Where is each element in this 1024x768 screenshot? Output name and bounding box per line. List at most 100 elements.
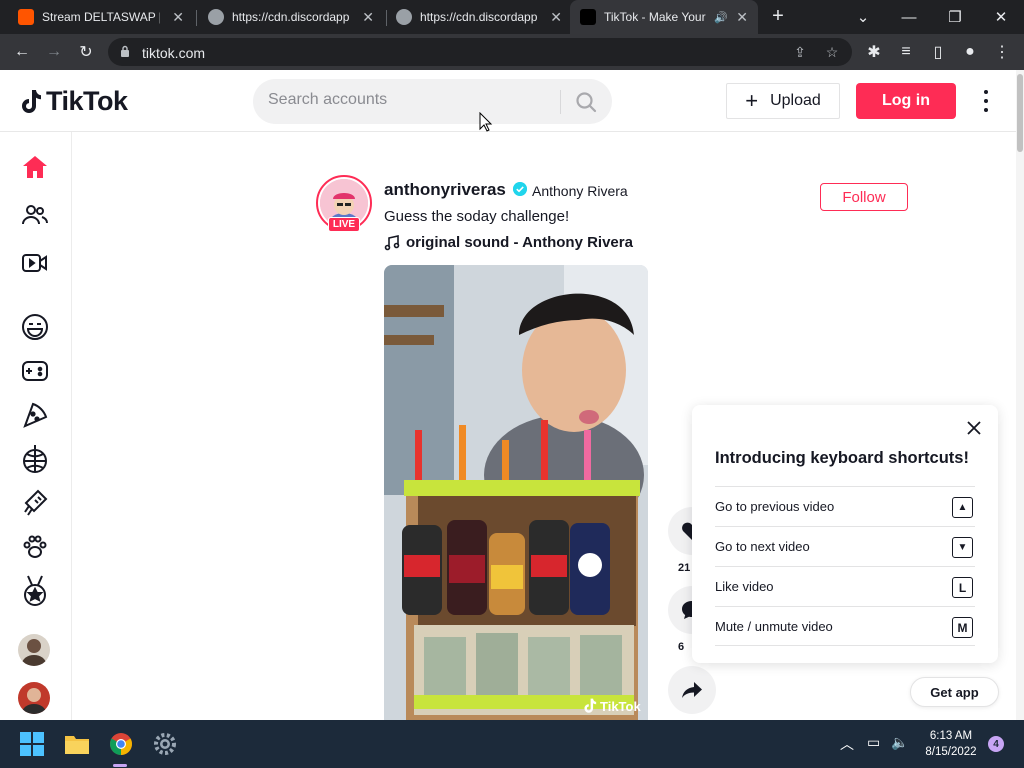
- watermark-text: TikTok: [600, 698, 641, 714]
- tab-discord-cdn-2[interactable]: https://cdn.discordapp ✕: [386, 0, 572, 34]
- extensions-icon[interactable]: ✱: [862, 40, 886, 64]
- new-tab-icon[interactable]: +: [768, 5, 788, 28]
- nav-dance-icon[interactable]: [18, 442, 52, 476]
- shortcut-row: Go to previous video ▲: [715, 486, 975, 526]
- search-input[interactable]: [268, 91, 548, 109]
- tab-title: TikTok - Make Your: [604, 10, 706, 24]
- video-player[interactable]: [384, 265, 648, 720]
- url-text: tiktok.com: [142, 45, 206, 61]
- mouse-cursor-icon: [479, 112, 493, 132]
- close-icon[interactable]: [965, 419, 983, 437]
- network-icon[interactable]: ▭: [867, 734, 880, 751]
- tab-title: https://cdn.discordapp: [232, 10, 350, 24]
- tab-divider: [196, 10, 197, 26]
- login-button[interactable]: Log in: [856, 83, 956, 119]
- upload-button[interactable]: + Upload: [726, 83, 840, 119]
- speaker-icon[interactable]: 🔊: [714, 11, 728, 24]
- tiktok-favicon-icon: [580, 9, 596, 25]
- shortcut-row: Mute / unmute video M: [715, 606, 975, 646]
- forward-icon[interactable]: →: [42, 40, 66, 64]
- settings-gear-icon[interactable]: [151, 730, 179, 758]
- suggested-account-avatar[interactable]: [18, 682, 50, 714]
- tab-title: https://cdn.discordapp: [420, 10, 538, 24]
- shortcut-row: Like video L: [715, 566, 975, 606]
- popup-title: Introducing keyboard shortcuts!: [715, 449, 969, 467]
- notification-badge[interactable]: 4: [988, 736, 1004, 752]
- nav-beauty-icon[interactable]: [18, 486, 52, 520]
- close-tab-icon[interactable]: ✕: [362, 9, 374, 26]
- more-options-icon[interactable]: [976, 88, 996, 114]
- reload-icon[interactable]: ↻: [74, 40, 98, 64]
- nav-comedy-icon[interactable]: [18, 310, 52, 344]
- browser-menu-icon[interactable]: ⋮: [990, 40, 1014, 64]
- nav-animals-icon[interactable]: [18, 530, 52, 564]
- nav-live-icon[interactable]: [18, 246, 52, 280]
- close-tab-icon[interactable]: ✕: [550, 9, 562, 26]
- tray-chevron-icon[interactable]: ︿: [840, 734, 854, 754]
- logo-wordmark: TikTok: [46, 86, 128, 116]
- tab-discord-cdn-1[interactable]: https://cdn.discordapp ✕: [198, 0, 384, 34]
- tiktok-note-icon: [22, 89, 41, 113]
- system-clock[interactable]: 6:13 AM 8/15/2022: [918, 728, 984, 760]
- live-badge: LIVE: [328, 217, 360, 232]
- minimize-icon[interactable]: —: [886, 0, 932, 34]
- profile-icon[interactable]: ●: [958, 40, 982, 64]
- share-button[interactable]: [668, 666, 716, 714]
- post-username[interactable]: anthonyriveras: [384, 180, 506, 200]
- keyboard-shortcuts-popup: Introducing keyboard shortcuts! Go to pr…: [692, 405, 998, 663]
- active-app-indicator: [113, 764, 127, 767]
- suggested-account-avatar[interactable]: [18, 634, 50, 666]
- windows-start-icon[interactable]: [18, 730, 46, 758]
- lock-icon: [121, 45, 129, 57]
- globe-icon: [396, 9, 412, 25]
- verified-icon: [513, 182, 527, 196]
- clock-time: 6:13 AM: [929, 730, 973, 742]
- get-app-button[interactable]: Get app: [910, 677, 999, 707]
- browser-toolbar: ← → ↻ tiktok.com ⇪ ☆ ✱ ≡ ▯ ● ⋮: [0, 34, 1024, 70]
- tab-tiktok[interactable]: TikTok - Make Your 🔊 ✕: [570, 0, 758, 34]
- clock-date: 8/15/2022: [925, 746, 977, 758]
- share-icon[interactable]: ⇪: [790, 42, 810, 62]
- back-icon[interactable]: ←: [10, 40, 34, 64]
- shortcut-label: Mute / unmute video: [715, 618, 833, 634]
- nav-food-icon[interactable]: [18, 398, 52, 432]
- search-divider: [560, 90, 561, 114]
- restore-icon[interactable]: ❐: [932, 0, 978, 34]
- shortcut-row: Go to next video ▼: [715, 526, 975, 566]
- tiktok-note-icon: [584, 698, 597, 713]
- close-window-icon[interactable]: ✕: [978, 0, 1024, 34]
- nav-following-icon[interactable]: [18, 198, 52, 232]
- follow-button[interactable]: Follow: [820, 183, 908, 211]
- left-nav: [0, 132, 72, 720]
- os-taskbar: ︿ ▭ 🔈 6:13 AM 8/15/2022 4: [0, 720, 1024, 768]
- nav-sports-icon[interactable]: [18, 574, 52, 608]
- chrome-icon[interactable]: [107, 730, 135, 758]
- address-bar[interactable]: tiktok.com ⇪ ☆: [108, 38, 852, 66]
- video-watermark: TikTok: [583, 698, 641, 714]
- video-frame: [384, 265, 648, 720]
- post-display-name[interactable]: Anthony Rivera: [532, 183, 628, 199]
- close-tab-icon[interactable]: ✕: [172, 9, 184, 26]
- star-icon[interactable]: ☆: [822, 42, 842, 62]
- close-tab-icon[interactable]: ✕: [736, 9, 748, 26]
- plus-icon: +: [745, 88, 759, 113]
- media-control-icon[interactable]: ≡: [894, 40, 918, 64]
- soundcloud-icon: [18, 9, 34, 25]
- tab-search-icon[interactable]: ⌄: [840, 0, 886, 34]
- file-explorer-icon[interactable]: [63, 730, 91, 758]
- nav-home-icon[interactable]: [18, 150, 52, 184]
- post-sound-link[interactable]: original sound - Anthony Rivera: [384, 234, 633, 251]
- page-scrollbar[interactable]: [1016, 70, 1024, 720]
- nav-gaming-icon[interactable]: [18, 354, 52, 388]
- scrollbar-thumb[interactable]: [1017, 74, 1023, 152]
- tab-stream[interactable]: Stream DELTASWAP [Cl ✕: [8, 0, 194, 34]
- side-panel-icon[interactable]: ▯: [926, 40, 950, 64]
- search-icon[interactable]: [574, 90, 598, 114]
- tiktok-header: TikTok + Upload Log in: [0, 70, 1016, 132]
- volume-icon[interactable]: 🔈: [891, 734, 908, 751]
- upload-label: Upload: [770, 92, 821, 109]
- down-key-icon: ▼: [952, 537, 973, 558]
- comment-count: 6: [678, 641, 685, 653]
- m-key: M: [952, 617, 973, 638]
- tiktok-logo[interactable]: TikTok: [20, 86, 128, 117]
